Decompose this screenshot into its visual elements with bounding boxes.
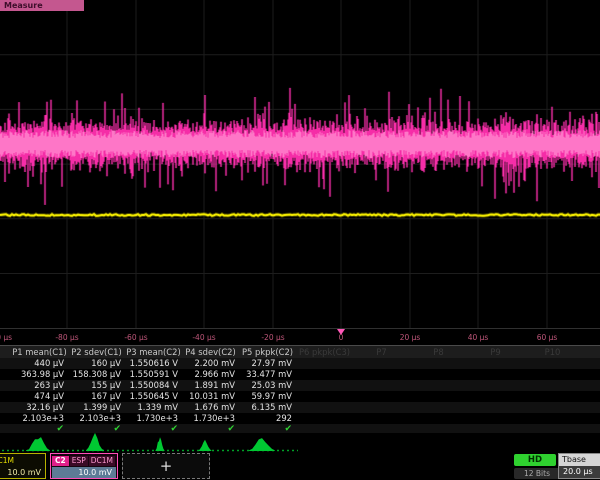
oscilloscope-screen: Measure -100 µs -80 µs -60 µs -40 µs -20 µs 0… [0,0,600,480]
table-cell: 363.98 µV [12,369,69,380]
status-check-icon: ✔ [12,424,69,433]
time-tick-label: -60 µs [124,333,147,342]
table-cell: 263 µV [12,380,69,391]
table-cell: 1.891 mV [183,380,240,391]
channel-c2-descriptor[interactable]: C2 ESP DC1M 10.0 mV [50,453,118,479]
param-header[interactable]: P11 [582,346,600,358]
hd-mode-badge[interactable]: HD [514,454,556,466]
channel-c1-descriptor[interactable]: C1 DC1M 10.0 mV [0,453,46,479]
table-cell: 1.676 mV [183,402,240,413]
tbase-label: Tbase [559,454,600,466]
add-trace-button[interactable]: + [122,453,210,479]
histicon-strip [0,433,300,452]
table-cell: 1.550616 V [126,358,183,369]
waveform-traces [0,0,600,328]
parameter-histicons [0,433,300,452]
histicon-peak [156,437,165,451]
param-header[interactable]: P2 sdev(C1) [69,346,126,358]
table-cell: 2.966 mV [183,369,240,380]
status-check-icon: ✔ [126,424,183,433]
histicon-peak [199,440,212,451]
resolution-bits-label: 12 Bits [514,468,560,479]
histicon-peak [86,433,104,451]
c2-coupling-badge: DC1M [89,456,115,466]
status-check-icon: ✔ [183,424,240,433]
c2-bw-badge: ESP [70,456,88,466]
param-header[interactable]: P9 [468,346,525,358]
measure-menu-badge[interactable]: Measure [0,0,84,11]
table-cell: 59.97 mV [240,391,297,402]
table-cell: 2.103e+3 [69,413,126,424]
table-cell: 160 µV [69,358,126,369]
table-cell: 292 [240,413,297,424]
table-cell: 1.399 µV [69,402,126,413]
table-cell: 1.339 mV [126,402,183,413]
measure-table: P1 mean(C1)P2 sdev(C1)P3 mean(C2)P4 sdev… [0,345,600,433]
waveform-grid: Measure [0,0,600,329]
time-tick-label: 20 µs [400,333,421,342]
param-header[interactable]: P10 [525,346,582,358]
param-header[interactable]: P3 mean(C2) [126,346,183,358]
time-tick-label: -100 µs [0,333,12,342]
table-cell: 2.200 mV [183,358,240,369]
param-header[interactable]: P6 pkpk(C3) [297,346,354,358]
table-cell: 25.03 mV [240,380,297,391]
status-check-icon: ✔ [240,424,297,433]
table-cell: 2.103e+3 [12,413,69,424]
table-cell: 33.477 mV [240,369,297,380]
param-header[interactable]: P7 [354,346,411,358]
table-cell: 155 µV [69,380,126,391]
table-cell: 1.730e+3 [126,413,183,424]
tbase-value: 20.0 µs [559,466,600,478]
time-tick-label: -20 µs [261,333,284,342]
time-tick-label: 0 [339,333,344,342]
histicon-peak [26,437,50,451]
time-tick-label: 40 µs [468,333,489,342]
table-cell: 474 µV [12,391,69,402]
table-cell: 32.16 µV [12,402,69,413]
table-cell: 6.135 mV [240,402,297,413]
table-cell: 1.550084 V [126,380,183,391]
table-cell: 1.550645 V [126,391,183,402]
param-header[interactable]: P5 pkpk(C2) [240,346,297,358]
table-cell: 167 µV [69,391,126,402]
param-header[interactable]: P4 sdev(C2) [183,346,240,358]
histicon-peak [249,438,275,451]
time-tick-label: 60 µs [537,333,558,342]
c1-vertical-scale: 10.0 mV [0,467,45,478]
table-cell: 27.97 mV [240,358,297,369]
timebase-axis: -100 µs -80 µs -60 µs -40 µs -20 µs 0 20 µs 40 … [0,329,600,345]
table-cell: 440 µV [12,358,69,369]
status-check-icon: ✔ [69,424,126,433]
c1-trace [0,214,600,216]
param-header[interactable]: P1 mean(C1) [12,346,69,358]
table-cell: 1.550591 V [126,369,183,380]
c2-vertical-scale: 10.0 mV [52,467,116,478]
param-header[interactable]: P8 [411,346,468,358]
c2-label: C2 [52,456,69,466]
time-tick-label: -80 µs [55,333,78,342]
table-cell: 1.730e+3 [183,413,240,424]
descriptor-bar: C1 DC1M 10.0 mV C2 ESP DC1M 10.0 mV + HD… [0,453,600,480]
c1-coupling-badge: DC1M [0,456,16,466]
timebase-descriptor[interactable]: Tbase 20.0 µs [558,453,600,479]
table-cell: 10.031 mV [183,391,240,402]
time-tick-label: -40 µs [192,333,215,342]
table-cell: 158.308 µV [69,369,126,380]
